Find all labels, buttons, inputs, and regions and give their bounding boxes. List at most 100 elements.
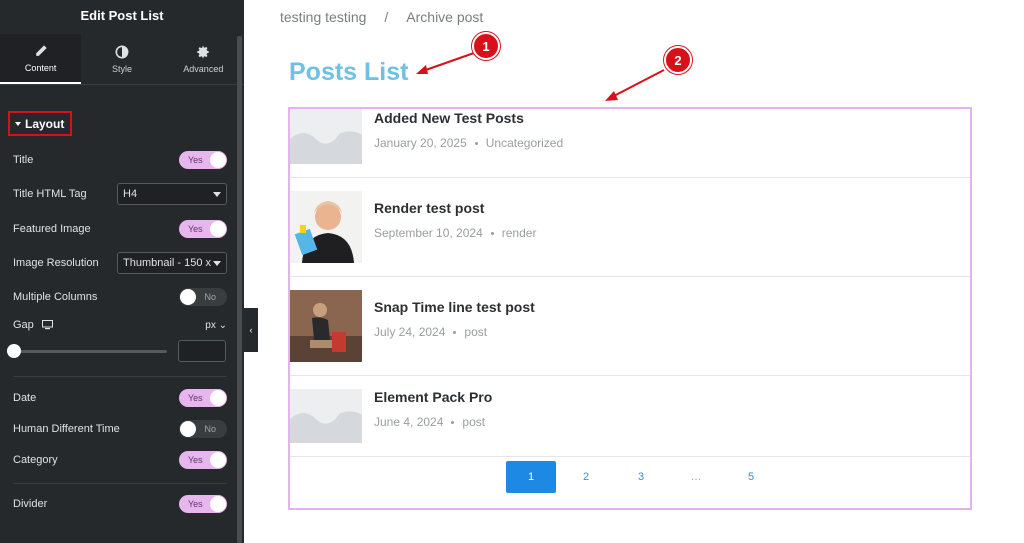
list-item[interactable]: Snap Time line test post July 24, 2024 p… [290,277,970,376]
multiple-columns-toggle[interactable]: No [179,288,227,306]
control-title: Title Yes [13,149,227,171]
post-title[interactable]: Element Pack Pro [374,389,492,405]
breadcrumb-current: Archive post [406,9,484,25]
list-item[interactable]: Added New Test Posts January 20, 2025 Un… [290,109,970,178]
arrow-1-head [416,65,428,74]
control-label: Multiple Columns [13,291,98,303]
tab-style[interactable]: Style [81,34,162,84]
tab-advanced-label: Advanced [183,63,224,74]
gap-label-group: Gap [13,319,53,331]
breadcrumb: testing testing / Archive post [280,9,483,25]
page-title: Posts List [289,58,409,86]
control-label: Divider [13,498,48,510]
category-toggle[interactable]: Yes [179,451,227,469]
post-date: June 4, 2024 [374,415,444,429]
collapse-panel-button[interactable]: ‹ [244,308,258,352]
separator-dot [453,330,457,334]
control-image-resolution: Image Resolution Thumbnail - 150 x [13,252,227,274]
divider-toggle[interactable]: Yes [179,495,227,513]
post-title[interactable]: Snap Time line test post [374,299,535,315]
woman-photo-image [290,191,362,263]
control-label: Category [13,454,58,466]
post-category[interactable]: Uncategorized [486,136,563,150]
panel-scrollbar[interactable] [237,36,242,543]
post-meta: July 24, 2024 post [374,325,487,339]
separator-dot [474,141,478,145]
control-featured-image: Featured Image Yes [13,218,227,240]
control-human-time: Human Different Time No [13,418,227,440]
control-label: Gap [13,319,34,331]
date-toggle[interactable]: Yes [179,389,227,407]
image-resolution-select[interactable]: Thumbnail - 150 x [117,252,227,274]
arrow-1 [419,52,475,73]
pagination: 1 2 3 … 5 [506,461,781,493]
control-label: Featured Image [13,223,91,235]
gap-slider-handle[interactable] [7,344,21,358]
divider [13,376,227,377]
preview-area: testing testing / Archive post Posts Lis… [258,0,1024,543]
chevron-down-icon [213,260,221,266]
breadcrumb-separator: / [384,9,389,25]
control-label: Image Resolution [13,257,99,269]
page-link-3[interactable]: 3 [616,461,666,493]
list-item[interactable]: Element Pack Pro June 4, 2024 post [290,376,970,457]
post-meta: January 20, 2025 Uncategorized [374,136,563,150]
post-category[interactable]: render [502,226,537,240]
post-date: July 24, 2024 [374,325,446,339]
callout-marker-1: 1 [472,32,500,60]
control-divider: Divider Yes [13,493,227,515]
chevron-left-icon: ‹ [249,325,253,335]
panel-tabs: Content Style Advanced [0,34,244,85]
select-value: H4 [123,188,138,200]
divider [13,483,227,484]
post-meta: September 10, 2024 render [374,226,536,240]
list-item[interactable]: Render test post September 10, 2024 rend… [290,178,970,277]
editor-panel: Edit Post List Content Style Advanced La… [0,0,244,543]
tab-content[interactable]: Content [0,34,82,84]
human-time-toggle[interactable]: No [179,420,227,438]
control-title-tag: Title HTML Tag H4 [13,183,227,205]
page-link-5[interactable]: 5 [726,461,776,493]
post-category[interactable]: post [462,415,485,429]
title-toggle[interactable]: Yes [179,151,227,169]
control-label: Date [13,392,37,404]
post-meta: June 4, 2024 post [374,415,485,429]
select-value: Thumbnail - 150 x [123,257,212,269]
placeholder-image [290,389,362,443]
control-gap: Gap px ⌄ [13,314,227,336]
gap-unit[interactable]: px ⌄ [205,320,227,331]
breadcrumb-parent[interactable]: testing testing [280,9,366,25]
gap-input[interactable] [178,340,226,362]
gym-photo-image [290,290,362,362]
layout-section-toggle[interactable]: Layout [8,111,72,136]
desktop-icon[interactable] [41,320,53,330]
panel-title: Edit Post List [80,7,164,23]
gap-slider-track[interactable] [13,350,167,353]
separator-dot [451,420,455,424]
caret-down-icon [15,121,21,126]
page-link-2[interactable]: 2 [561,461,611,493]
arrow-2 [609,69,665,99]
control-label: Title HTML Tag [13,188,87,200]
separator-dot [490,231,494,235]
control-label: Title [13,154,34,166]
contrast-icon [115,45,129,58]
page-link-1[interactable]: 1 [506,461,556,493]
placeholder-image [290,109,362,164]
post-date: January 20, 2025 [374,136,467,150]
unit-label: px [205,319,216,331]
title-tag-select[interactable]: H4 [117,183,227,205]
post-title[interactable]: Render test post [374,200,484,216]
tab-style-label: Style [111,63,132,74]
control-date: Date Yes [13,387,227,409]
control-category: Category Yes [13,449,227,471]
tab-advanced[interactable]: Advanced [163,34,244,84]
page-ellipsis: … [690,471,702,483]
tab-content-label: Content [24,62,57,73]
post-category[interactable]: post [464,325,487,339]
post-title[interactable]: Added New Test Posts [374,110,524,126]
featured-image-toggle[interactable]: Yes [179,220,227,238]
gear-icon [197,45,209,58]
control-multiple-columns: Multiple Columns No [13,286,227,308]
post-list-widget: Added New Test Posts January 20, 2025 Un… [288,107,972,510]
